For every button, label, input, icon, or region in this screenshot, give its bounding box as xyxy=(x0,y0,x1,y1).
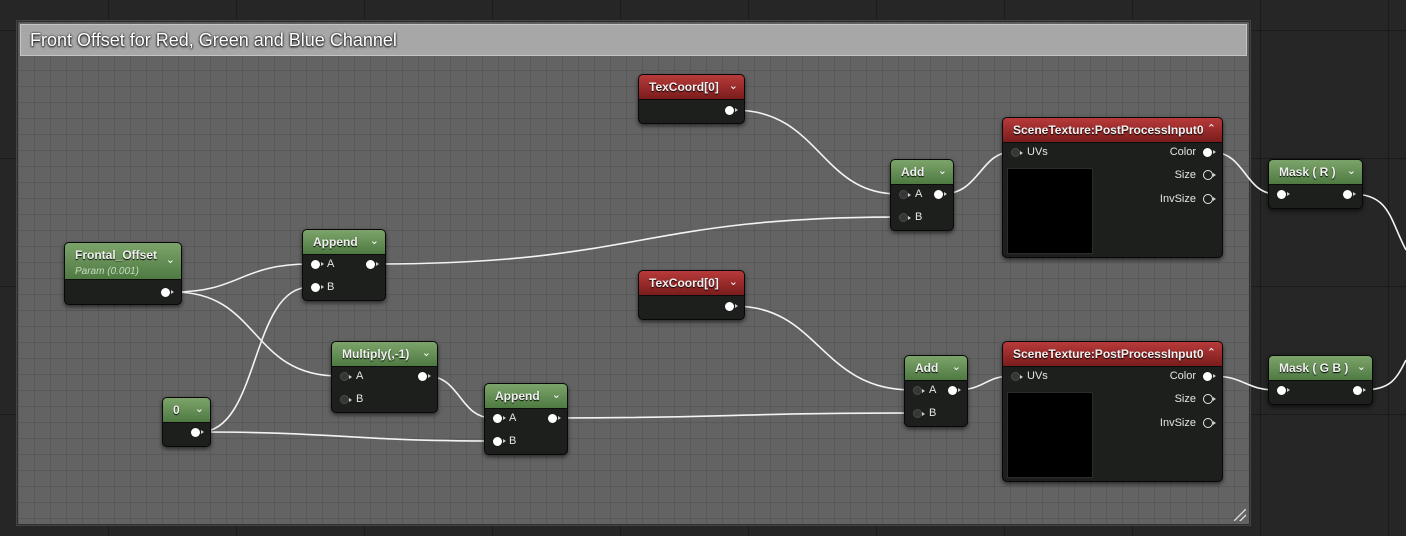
pin-label-b: B xyxy=(509,435,517,447)
output-pin-size[interactable] xyxy=(1203,170,1216,180)
output-pin[interactable] xyxy=(418,372,431,381)
append-node-top[interactable]: Append ⌄ A B xyxy=(302,229,386,301)
texture-preview xyxy=(1007,392,1093,478)
scene-texture-node-bottom[interactable]: SceneTexture:PostProcessInput0 ⌃ UVs Col… xyxy=(1002,341,1223,482)
pin-label-invsize: InvSize xyxy=(1159,193,1196,205)
node-title: TexCoord[0] xyxy=(649,276,719,290)
chevron-down-icon[interactable]: ⌄ xyxy=(1347,164,1356,178)
pin-label-a: A xyxy=(929,384,937,396)
constant-zero-node[interactable]: 0 ⌄ xyxy=(162,397,211,447)
output-pin-size[interactable] xyxy=(1203,394,1216,404)
chevron-down-icon[interactable]: ⌄ xyxy=(729,275,738,289)
pin-label-b: B xyxy=(327,281,335,293)
output-pin[interactable] xyxy=(366,260,379,269)
node-title: Mask ( G B ) xyxy=(1279,361,1349,375)
node-title: Multiply(,-1) xyxy=(342,347,410,361)
frontal-offset-node[interactable]: Frontal_Offset Param (0.001) ⌄ xyxy=(64,242,182,305)
input-pin-b[interactable] xyxy=(913,409,925,418)
input-pin-a[interactable] xyxy=(311,260,324,269)
node-title: Frontal_Offset xyxy=(75,248,158,262)
node-title: 0 xyxy=(173,403,180,417)
chevron-down-icon[interactable]: ⌄ xyxy=(422,346,431,360)
pin-label-a: A xyxy=(915,188,923,200)
output-pin[interactable] xyxy=(1343,190,1356,199)
pin-label-a: A xyxy=(356,370,364,382)
pin-label-invsize: InvSize xyxy=(1159,417,1196,429)
pin-label-a: A xyxy=(509,412,517,424)
chevron-up-icon[interactable]: ⌃ xyxy=(1207,346,1216,360)
node-title: Mask ( R ) xyxy=(1279,165,1336,179)
comment-title: Front Offset for Red, Green and Blue Cha… xyxy=(30,30,397,50)
mask-r-node[interactable]: Mask ( R ) ⌄ xyxy=(1268,159,1363,209)
pin-label-b: B xyxy=(356,393,364,405)
add-node-top[interactable]: Add ⌄ A B xyxy=(890,159,954,231)
chevron-down-icon[interactable]: ⌄ xyxy=(552,388,561,402)
input-pin-b[interactable] xyxy=(340,395,352,404)
chevron-down-icon[interactable]: ⌄ xyxy=(1357,360,1366,374)
chevron-down-icon[interactable]: ⌄ xyxy=(729,79,738,93)
append-node-bottom[interactable]: Append ⌄ A B xyxy=(484,383,568,455)
input-pin-a[interactable] xyxy=(913,386,925,395)
pin-label-b: B xyxy=(929,407,937,419)
output-pin-invsize[interactable] xyxy=(1203,194,1216,204)
output-pin-invsize[interactable] xyxy=(1203,418,1216,428)
node-title: Add xyxy=(915,361,939,375)
chevron-up-icon[interactable]: ⌃ xyxy=(1207,122,1216,136)
input-pin-a[interactable] xyxy=(340,372,352,381)
node-title: Append xyxy=(313,235,358,249)
scene-texture-node-top[interactable]: SceneTexture:PostProcessInput0 ⌃ UVs Col… xyxy=(1002,117,1223,258)
node-title: SceneTexture:PostProcessInput0 xyxy=(1013,347,1204,361)
node-title: Append xyxy=(495,389,540,403)
output-pin[interactable] xyxy=(934,190,947,199)
pin-label-size: Size xyxy=(1174,393,1196,405)
pin-label-uvs: UVs xyxy=(1027,370,1048,382)
output-pin-color[interactable] xyxy=(1203,148,1216,157)
comment-header[interactable]: Front Offset for Red, Green and Blue Cha… xyxy=(20,24,1247,56)
output-pin[interactable] xyxy=(191,428,204,437)
input-pin[interactable] xyxy=(1277,190,1290,199)
chevron-down-icon[interactable]: ⌄ xyxy=(370,234,379,248)
texture-preview xyxy=(1007,168,1093,254)
pin-label-uvs: UVs xyxy=(1027,146,1048,158)
output-pin[interactable] xyxy=(948,386,961,395)
output-pin[interactable] xyxy=(725,106,738,115)
output-pin-color[interactable] xyxy=(1203,372,1216,381)
node-title: Add xyxy=(901,165,925,179)
add-node-bottom[interactable]: Add ⌄ A B xyxy=(904,355,968,427)
pin-label-size: Size xyxy=(1174,169,1196,181)
multiply-node[interactable]: Multiply(,-1) ⌄ A B xyxy=(331,341,438,413)
output-pin[interactable] xyxy=(548,414,561,423)
pin-label-color: Color xyxy=(1169,370,1196,382)
node-subtitle: Param (0.001) xyxy=(75,266,139,277)
chevron-down-icon[interactable]: ⌄ xyxy=(938,164,947,178)
node-title: SceneTexture:PostProcessInput0 xyxy=(1013,123,1204,137)
input-pin-b[interactable] xyxy=(311,283,324,292)
chevron-down-icon[interactable]: ⌄ xyxy=(166,253,175,267)
input-pin-a[interactable] xyxy=(493,414,506,423)
input-pin[interactable] xyxy=(1277,386,1290,395)
mask-gb-node[interactable]: Mask ( G B ) ⌄ xyxy=(1268,355,1373,405)
pin-label-b: B xyxy=(915,211,923,223)
pin-label-a: A xyxy=(327,258,335,270)
resize-grip-icon[interactable] xyxy=(1234,509,1246,521)
texcoord-node-top[interactable]: TexCoord[0] ⌄ xyxy=(638,74,745,124)
chevron-down-icon[interactable]: ⌄ xyxy=(952,360,961,374)
output-pin[interactable] xyxy=(725,302,738,311)
input-pin-a[interactable] xyxy=(899,190,911,199)
input-pin-b[interactable] xyxy=(493,437,506,446)
texcoord-node-bottom[interactable]: TexCoord[0] ⌄ xyxy=(638,270,745,320)
node-title: TexCoord[0] xyxy=(649,80,719,94)
pin-label-color: Color xyxy=(1169,146,1196,158)
output-pin[interactable] xyxy=(161,288,174,297)
input-pin-b[interactable] xyxy=(899,213,911,222)
input-pin-uvs[interactable] xyxy=(1011,148,1023,157)
input-pin-uvs[interactable] xyxy=(1011,372,1023,381)
chevron-down-icon[interactable]: ⌄ xyxy=(195,402,204,416)
output-pin[interactable] xyxy=(1353,386,1366,395)
